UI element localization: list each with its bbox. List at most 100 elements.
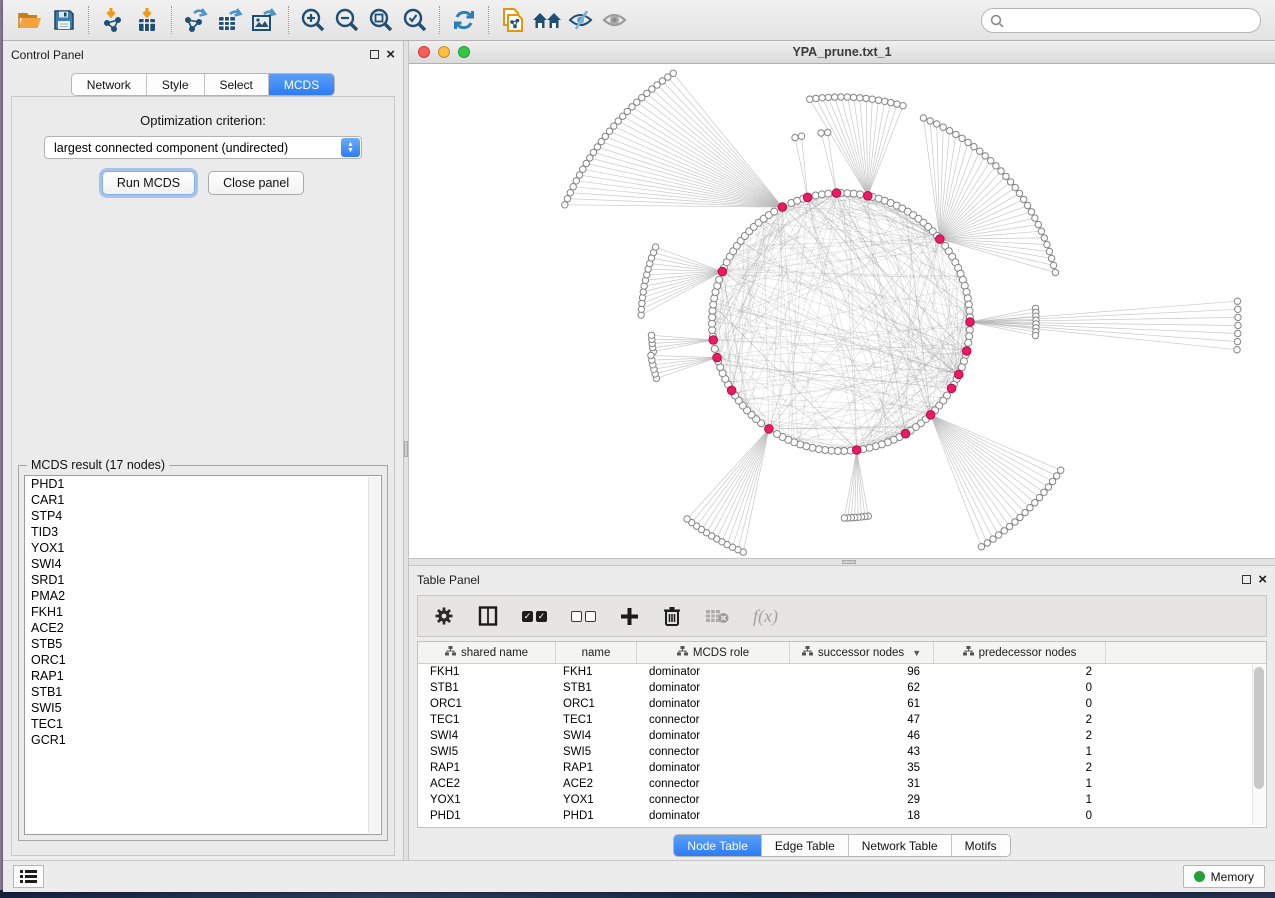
network-node[interactable] (1016, 190, 1022, 196)
table-tab-motifs[interactable]: Motifs (952, 835, 1010, 856)
table-row[interactable]: ACE2ACE2connector311 (418, 776, 1266, 792)
network-node[interactable] (648, 352, 654, 358)
table-row[interactable]: SWI4SWI4dominator462 (418, 728, 1266, 744)
network-node[interactable] (1054, 473, 1060, 479)
network-node[interactable] (977, 148, 983, 154)
network-node[interactable] (1049, 478, 1055, 484)
search-box[interactable] (981, 8, 1261, 33)
network-node[interactable] (888, 99, 894, 105)
network-node[interactable] (934, 121, 940, 127)
network-node[interactable] (993, 163, 999, 169)
mcds-result-item[interactable]: STB1 (25, 684, 381, 700)
network-node[interactable] (652, 244, 658, 250)
mcds-dominator-node[interactable] (936, 235, 945, 244)
network-node[interactable] (815, 446, 822, 453)
show-columns-icon[interactable] (478, 606, 498, 626)
network-node[interactable] (1003, 173, 1009, 179)
network-node[interactable] (982, 153, 988, 159)
network-node[interactable] (1058, 467, 1064, 473)
refresh-icon[interactable] (447, 5, 481, 35)
network-node[interactable] (1007, 179, 1013, 185)
network-node[interactable] (1235, 330, 1241, 336)
node-table[interactable]: shared namenameMCDS rolesuccessor nodes▼… (417, 641, 1267, 828)
network-node[interactable] (995, 532, 1001, 538)
export-network-icon[interactable] (179, 5, 213, 35)
network-node[interactable] (1041, 235, 1047, 241)
network-node[interactable] (1052, 269, 1058, 275)
network-node[interactable] (1235, 322, 1241, 328)
delete-column-icon[interactable] (663, 606, 681, 626)
network-node[interactable] (965, 339, 972, 346)
mcds-result-item[interactable]: RAP1 (25, 668, 381, 684)
table-row[interactable]: ORC1ORC1dominator610 (418, 696, 1266, 712)
network-node[interactable] (857, 191, 864, 198)
select-all-icon[interactable]: ✓✓ (522, 611, 547, 622)
network-canvas[interactable] (409, 64, 1275, 558)
mcds-dominator-node[interactable] (803, 193, 812, 202)
mcds-dominator-node[interactable] (852, 446, 861, 455)
column-header-shared-name[interactable]: shared name (418, 642, 556, 663)
float-panel-icon[interactable] (1242, 575, 1251, 584)
network-node[interactable] (882, 98, 888, 104)
column-header-name[interactable]: name (556, 642, 637, 663)
network-node[interactable] (1032, 500, 1038, 506)
mcds-dominator-node[interactable] (947, 384, 956, 393)
network-node[interactable] (940, 124, 946, 130)
table-scrollbar[interactable] (1252, 665, 1265, 825)
mcds-result-item[interactable]: PMA2 (25, 588, 381, 604)
network-node[interactable] (1234, 338, 1240, 344)
zoom-out-icon[interactable] (330, 5, 364, 35)
deselect-all-icon[interactable] (571, 611, 596, 622)
mcds-result-item[interactable]: STP4 (25, 508, 381, 524)
memory-button[interactable]: Memory (1183, 865, 1265, 888)
mcds-dominator-node[interactable] (718, 267, 727, 276)
network-node[interactable] (988, 158, 994, 164)
criterion-dropdown[interactable]: largest connected component (undirected)… (44, 136, 362, 159)
network-node[interactable] (1234, 347, 1240, 353)
network-node[interactable] (844, 94, 850, 100)
tab-select[interactable]: Select (205, 74, 269, 95)
network-node[interactable] (1012, 184, 1018, 190)
network-node[interactable] (920, 115, 926, 121)
mcds-result-item[interactable]: PHD1 (25, 476, 381, 492)
network-node[interactable] (1021, 196, 1027, 202)
network-node[interactable] (711, 345, 718, 352)
mcds-dominator-node[interactable] (864, 192, 873, 201)
network-node[interactable] (838, 94, 844, 100)
mcds-list-scrollbar[interactable] (368, 477, 380, 833)
network-node[interactable] (1050, 262, 1056, 268)
network-graph[interactable] (409, 64, 1275, 558)
network-node[interactable] (927, 118, 933, 124)
network-node[interactable] (716, 276, 723, 283)
mcds-dominator-node[interactable] (901, 429, 910, 438)
network-node[interactable] (798, 133, 804, 139)
mac-zoom-button[interactable] (458, 46, 470, 58)
network-node[interactable] (807, 96, 813, 102)
table-tab-edge-table[interactable]: Edge Table (762, 835, 849, 856)
table-row[interactable]: STB1STB1dominator620 (418, 680, 1266, 696)
column-header-MCDS-role[interactable]: MCDS role (637, 642, 790, 663)
network-node[interactable] (567, 190, 573, 196)
network-node[interactable] (1235, 306, 1241, 312)
horizontal-splitter[interactable] (409, 558, 1275, 566)
network-node[interactable] (1024, 202, 1030, 208)
mcds-result-item[interactable]: SRD1 (25, 572, 381, 588)
network-node[interactable] (894, 101, 900, 107)
network-node[interactable] (990, 536, 996, 542)
network-node[interactable] (813, 95, 819, 101)
network-node[interactable] (812, 192, 819, 199)
mcds-dominator-node[interactable] (955, 370, 964, 379)
table-tab-node-table[interactable]: Node Table (674, 835, 762, 856)
hide-selected-icon[interactable] (564, 5, 598, 35)
mcds-result-item[interactable]: YOX1 (25, 540, 381, 556)
network-node[interactable] (774, 431, 781, 438)
network-node[interactable] (1032, 332, 1038, 338)
network-node[interactable] (1027, 505, 1033, 511)
network-node[interactable] (869, 96, 875, 102)
splitter-grip[interactable] (404, 441, 408, 457)
network-node[interactable] (1044, 241, 1050, 247)
mcds-result-item[interactable]: TEC1 (25, 716, 381, 732)
table-row[interactable]: RAP1RAP1dominator352 (418, 760, 1266, 776)
table-scrollbar-thumb[interactable] (1254, 667, 1264, 789)
network-node[interactable] (825, 94, 831, 100)
